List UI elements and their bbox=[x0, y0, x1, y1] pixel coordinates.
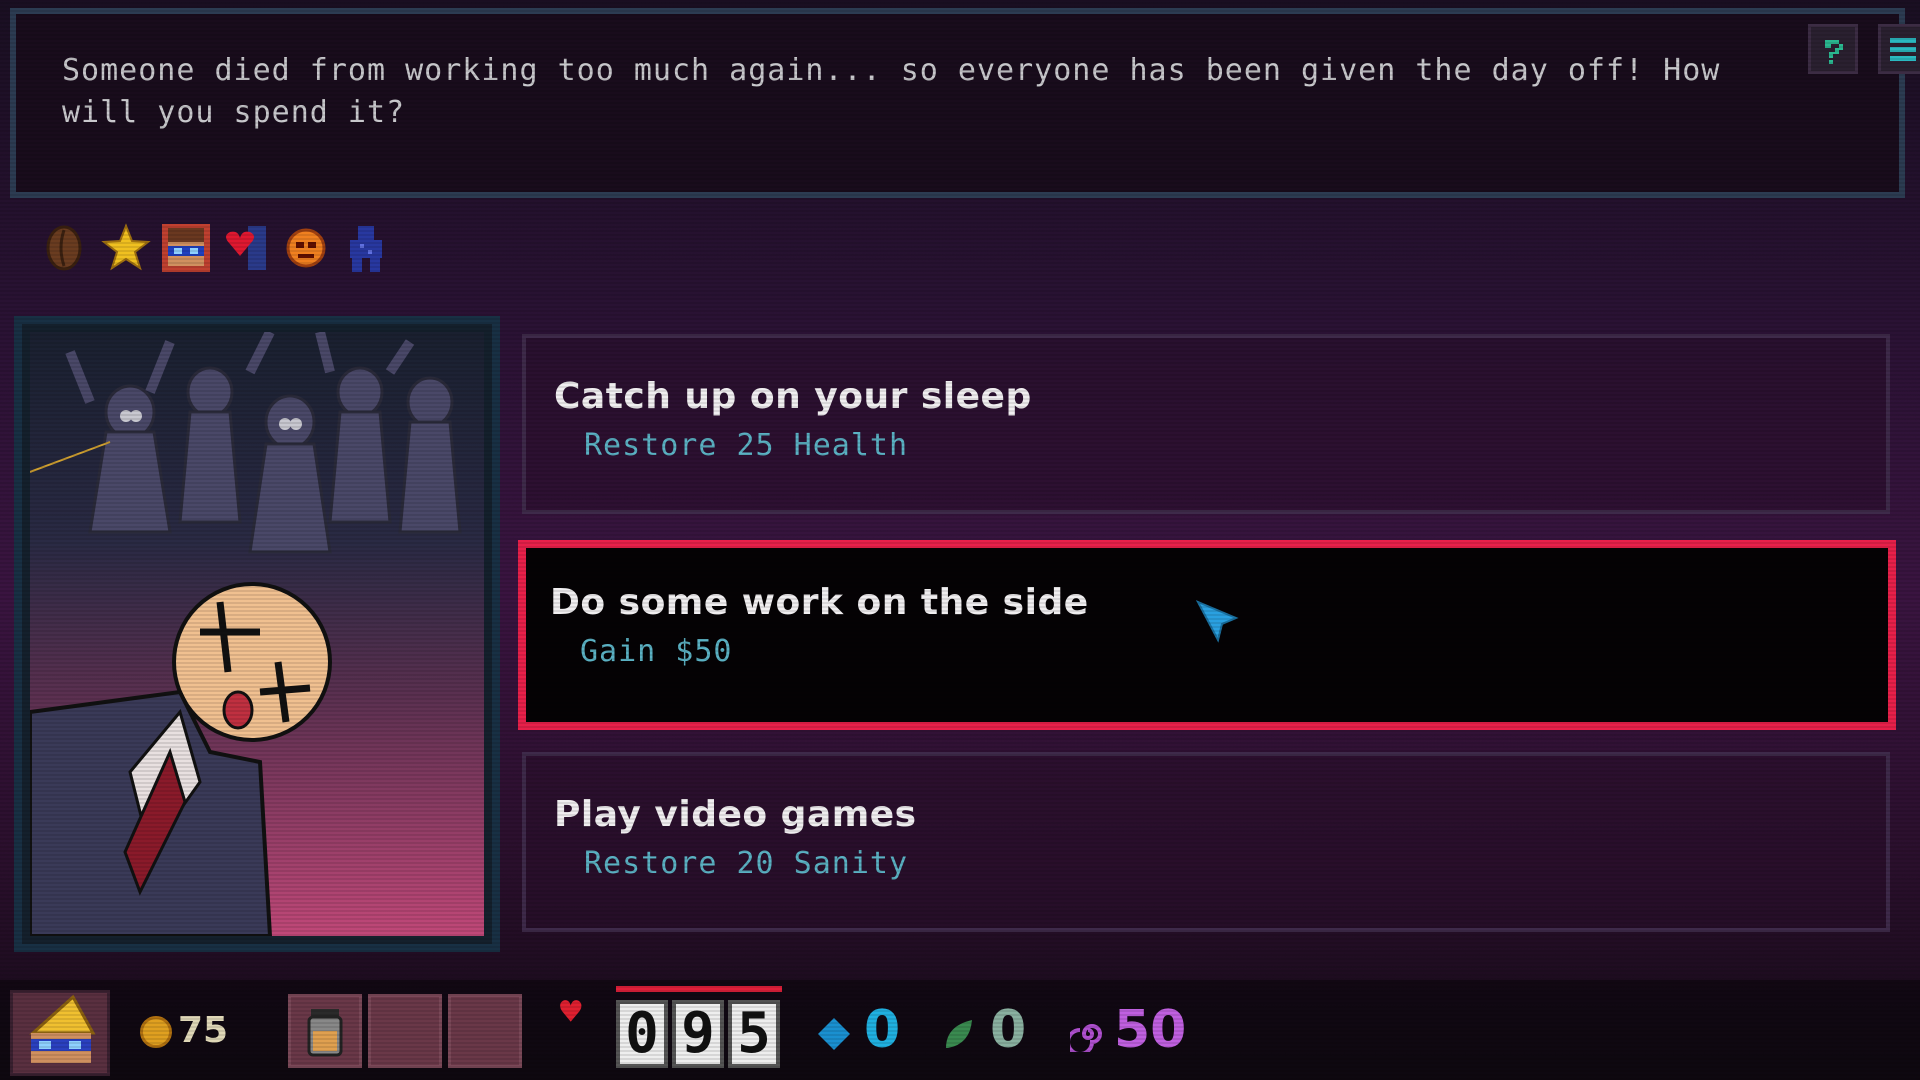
question-icon bbox=[1825, 40, 1843, 64]
dialog-box: Someone died from working too much again… bbox=[10, 8, 1920, 198]
cursor-icon bbox=[1196, 600, 1239, 643]
menu-button[interactable] bbox=[1878, 24, 1920, 74]
blue-gem-icon bbox=[818, 1018, 850, 1050]
sanity-stat-value: 50 bbox=[1114, 1000, 1187, 1060]
jar-icon bbox=[307, 1009, 343, 1057]
choice-title: Play video games bbox=[554, 794, 917, 835]
item-slot-jar[interactable] bbox=[288, 994, 362, 1068]
choice-description: Restore 20 Sanity bbox=[584, 846, 909, 881]
coin-count: 75 bbox=[178, 1010, 229, 1051]
help-button[interactable] bbox=[1808, 24, 1858, 74]
choice-description: Restore 25 Health bbox=[584, 428, 909, 463]
leaf-icon bbox=[946, 1020, 972, 1048]
item-slot-empty[interactable] bbox=[448, 994, 522, 1068]
item-slot-empty[interactable] bbox=[368, 994, 442, 1068]
heart-bandaid-icon[interactable] bbox=[220, 222, 272, 274]
coffee-bean-icon[interactable] bbox=[40, 222, 92, 274]
status-effects-row bbox=[40, 222, 392, 274]
wizard-portrait-icon bbox=[29, 994, 96, 1063]
dead-worker-illustration bbox=[30, 332, 484, 936]
health-bar bbox=[616, 986, 782, 992]
choice-description: Gain $50 bbox=[580, 634, 733, 669]
choice-title: Do some work on the side bbox=[550, 582, 1089, 623]
choice-sleep[interactable]: Catch up on your sleep Restore 25 Health bbox=[522, 334, 1890, 514]
health-digit: 9 bbox=[672, 1000, 724, 1068]
blue-figure-icon[interactable] bbox=[340, 222, 392, 274]
leaf-stat-value: 0 bbox=[990, 1000, 1027, 1060]
choice-title: Catch up on your sleep bbox=[554, 376, 1032, 417]
character-portrait-icon[interactable] bbox=[160, 222, 212, 274]
coin-icon bbox=[140, 1016, 172, 1048]
hamburger-menu-icon bbox=[1890, 38, 1916, 61]
health-digit: 5 bbox=[728, 1000, 780, 1068]
dialog-text: Someone died from working too much again… bbox=[62, 53, 1721, 130]
player-avatar[interactable] bbox=[10, 990, 110, 1076]
star-icon[interactable] bbox=[100, 222, 152, 274]
health-digit: 0 bbox=[616, 1000, 668, 1068]
choice-video-games[interactable]: Play video games Restore 20 Sanity bbox=[522, 752, 1890, 932]
orange-mask-icon[interactable] bbox=[280, 222, 332, 274]
spiral-sanity-icon bbox=[1070, 1024, 1102, 1052]
blue-stat-value: 0 bbox=[864, 1000, 901, 1060]
heart-icon: ♥ bbox=[560, 992, 582, 1033]
event-illustration bbox=[14, 316, 500, 952]
